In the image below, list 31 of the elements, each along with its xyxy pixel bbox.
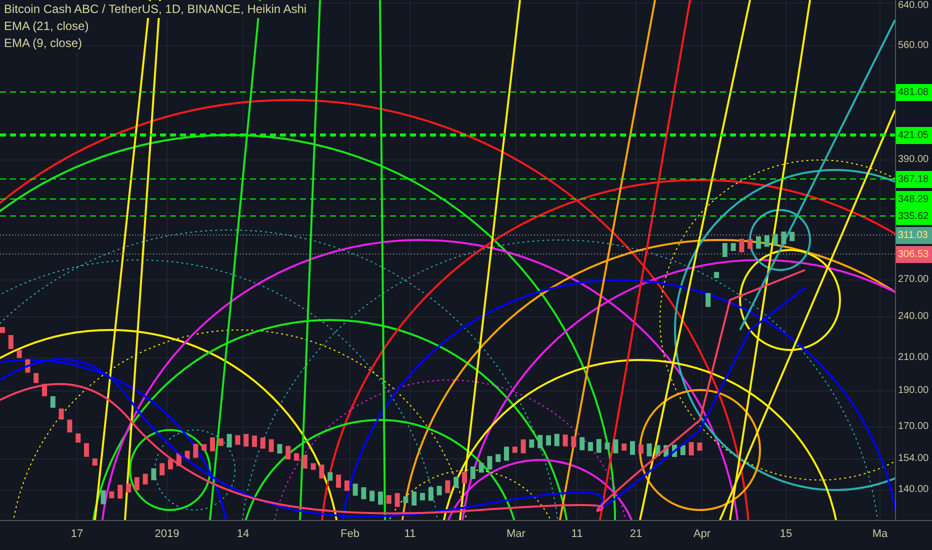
price-label: 240.00 (898, 311, 929, 323)
date-label: 15 (780, 528, 792, 541)
price-label: 190.00 (898, 385, 929, 397)
date-label: 21 (630, 528, 642, 541)
date-label: 2019 (154, 528, 180, 541)
date-label: Apr (693, 528, 711, 541)
date-label: 17 (70, 528, 84, 541)
price-badge: 481.08 (896, 84, 932, 100)
price-label: 140.00 (898, 484, 929, 496)
legend-text: EMA (21, close) (3, 18, 90, 35)
price-badge: 311.03 (896, 226, 932, 244)
price-label: 154.00 (898, 453, 929, 465)
price-label: 390.00 (898, 154, 929, 166)
price-label: 640.00 (898, 0, 929, 12)
price-badge: 335.62 (896, 208, 932, 224)
date-label: 11 (404, 528, 416, 541)
legend-text: Bitcoin Cash ABC / TetherUS, 1D, BINANCE, Heikin Ashi (3, 1, 308, 18)
price-badge: 367.18 (896, 170, 932, 188)
price-label: 560.00 (898, 40, 929, 52)
price-badge: 348.29 (896, 190, 932, 208)
legend-text: EMA (9, close) (3, 35, 84, 52)
date-label: Feb (340, 528, 360, 541)
price-badge: 306.53 (896, 246, 932, 262)
date-label: Mar (506, 528, 526, 541)
price-label: 170.00 (898, 421, 929, 433)
date-label: 14 (236, 528, 250, 541)
price-label: 210.00 (898, 352, 929, 364)
price-label: 270.00 (898, 274, 929, 286)
date-label: Ma (872, 528, 888, 541)
price-badge: 421.05 (896, 126, 932, 144)
date-label: 11 (571, 528, 583, 541)
